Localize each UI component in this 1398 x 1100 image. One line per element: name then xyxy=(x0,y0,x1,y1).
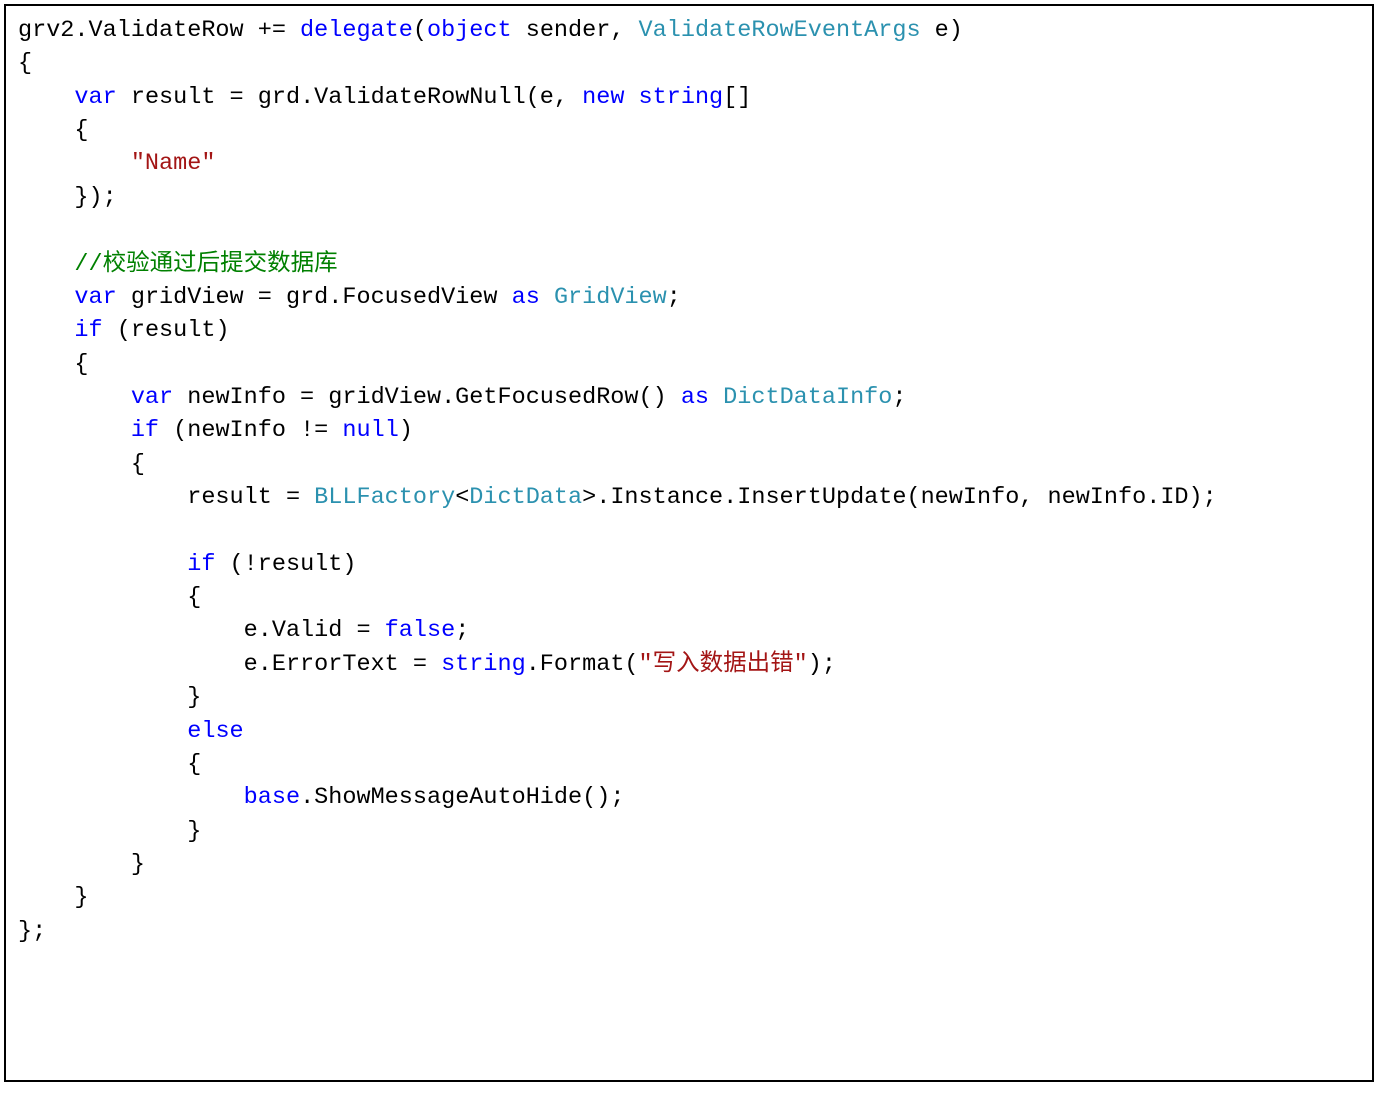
code-token xyxy=(18,317,74,344)
code-token: ); xyxy=(808,651,836,678)
code-token xyxy=(540,284,554,311)
code-token: .Format( xyxy=(526,651,639,678)
code-token: ( xyxy=(413,17,427,44)
code-token xyxy=(18,718,187,745)
code-token: ) xyxy=(399,417,413,444)
code-token: if xyxy=(187,551,215,578)
code-token: delegate xyxy=(300,17,413,44)
code-token: false xyxy=(385,617,456,644)
code-token xyxy=(18,551,187,578)
code-token: { xyxy=(18,50,32,77)
code-token: ValidateRowEventArgs xyxy=(639,17,921,44)
code-token: result = grd.ValidateRowNull(e, xyxy=(117,84,582,111)
code-token: .ShowMessageAutoHide(); xyxy=(300,784,624,811)
code-token: GridView xyxy=(554,284,667,311)
code-token: as xyxy=(681,384,709,411)
code-token: e) xyxy=(921,17,963,44)
code-token: } xyxy=(18,851,145,878)
code-token: DictData xyxy=(469,484,582,511)
code-token: >.Instance.InsertUpdate(newInfo, newInfo… xyxy=(582,484,1217,511)
code-token: if xyxy=(74,317,102,344)
code-token: } xyxy=(18,684,201,711)
code-token: string xyxy=(639,84,724,111)
code-token: } xyxy=(18,884,89,911)
code-token: as xyxy=(512,284,540,311)
code-token: { xyxy=(18,584,201,611)
code-token: var xyxy=(131,384,173,411)
code-token: newInfo = gridView.GetFocusedRow() xyxy=(173,384,681,411)
code-token: "写入数据出错" xyxy=(639,651,808,678)
code-token: //校验通过后提交数据库 xyxy=(74,251,337,278)
code-token: var xyxy=(74,284,116,311)
code-token: gridView = grd.FocusedView xyxy=(117,284,512,311)
code-token: { xyxy=(18,751,201,778)
code-token: (!result) xyxy=(215,551,356,578)
code-token: } xyxy=(18,818,201,845)
code-token xyxy=(18,384,131,411)
code-token: < xyxy=(455,484,469,511)
code-container: grv2.ValidateRow += delegate(object send… xyxy=(4,4,1374,1082)
code-token xyxy=(624,84,638,111)
code-token: ; xyxy=(667,284,681,311)
code-token: new xyxy=(582,84,624,111)
code-token: }); xyxy=(18,184,117,211)
code-token: result = xyxy=(18,484,314,511)
code-token: base xyxy=(244,784,300,811)
code-token xyxy=(709,384,723,411)
code-token: object xyxy=(427,17,512,44)
code-token: grv2.ValidateRow += xyxy=(18,17,300,44)
code-token xyxy=(18,784,244,811)
code-token xyxy=(18,417,131,444)
code-token: (newInfo != xyxy=(159,417,342,444)
code-token: { xyxy=(18,117,89,144)
code-token: ; xyxy=(892,384,906,411)
code-token: e.Valid = xyxy=(18,617,385,644)
code-token: { xyxy=(18,451,145,478)
code-token: if xyxy=(131,417,159,444)
code-token: string xyxy=(441,651,526,678)
code-token: DictDataInfo xyxy=(723,384,892,411)
code-token xyxy=(18,251,74,278)
code-token xyxy=(18,84,74,111)
code-token: else xyxy=(187,718,243,745)
code-token: (result) xyxy=(103,317,230,344)
code-token xyxy=(18,284,74,311)
code-token: BLLFactory xyxy=(314,484,455,511)
code-token: var xyxy=(74,84,116,111)
code-token: { xyxy=(18,351,89,378)
code-token: "Name" xyxy=(131,150,216,177)
code-token: null xyxy=(342,417,398,444)
code-block: grv2.ValidateRow += delegate(object send… xyxy=(18,14,1360,948)
code-token: e.ErrorText = xyxy=(18,651,441,678)
code-token: [] xyxy=(723,84,751,111)
code-token: sender, xyxy=(512,17,639,44)
code-token: ; xyxy=(455,617,469,644)
code-token xyxy=(18,150,131,177)
code-token: }; xyxy=(18,918,46,945)
